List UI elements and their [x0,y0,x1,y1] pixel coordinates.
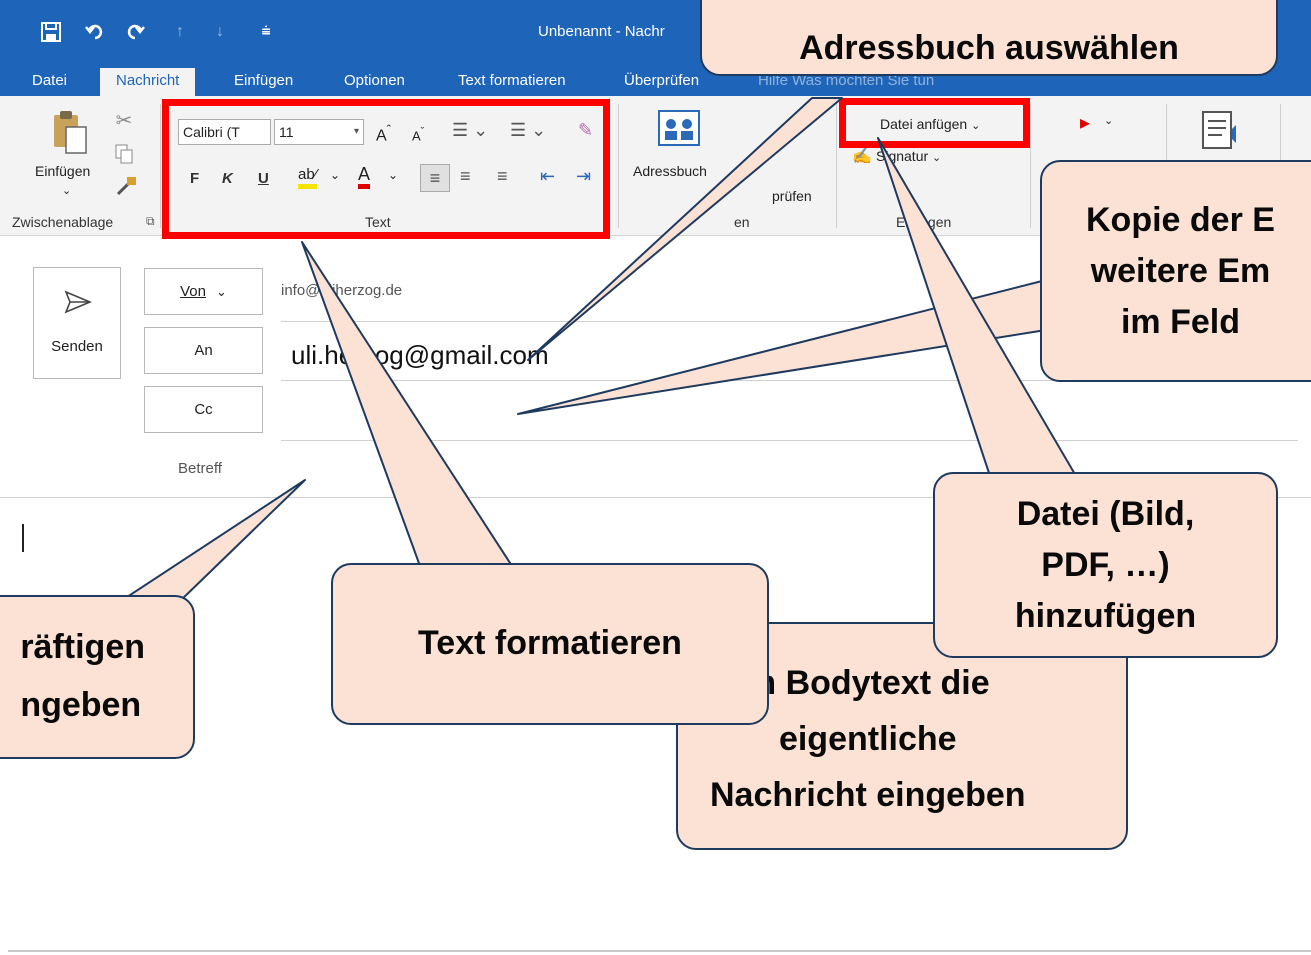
copy-icon[interactable] [112,142,136,166]
check-names-label[interactable]: prüfen [772,188,812,204]
cut-icon[interactable]: ✂ [112,108,136,132]
to-label: An [194,342,213,359]
attach-callout-text: Datei (Bild, PDF, …) hinzufügen [1014,494,1197,635]
clipboard-group-label: Zwischenablage [12,214,114,230]
tab-datei[interactable]: Datei [26,68,73,96]
format-painter-icon[interactable] [112,172,140,200]
subject-field-line [281,440,1298,441]
tab-ueberpruefen[interactable]: Überprüfen [618,68,705,96]
from-button[interactable]: Von ⌄ [144,268,263,315]
tab-text-formatieren[interactable]: Text formatieren [452,68,572,96]
redo-icon[interactable] [122,18,148,46]
signature-icon[interactable]: ✍ [852,146,872,166]
paste-icon[interactable] [48,108,92,156]
to-input[interactable]: uli.herzog@gmail.com [291,340,549,371]
tab-einfuegen[interactable]: Einfügen [228,68,299,96]
names-group-label: en [734,214,750,230]
cc-callout: Kopie der E weitere Em im Feld [1040,160,1311,382]
undo-icon[interactable] [82,18,108,46]
ribbon-separator [1030,104,1031,228]
signature-button[interactable]: Signatur ⌄ [876,148,941,164]
down-icon[interactable]: ↓ [210,18,230,46]
tab-optionen[interactable]: Optionen [338,68,411,96]
include-group-label: Einfügen [896,214,952,230]
address-book-label[interactable]: Adressbuch [633,163,707,179]
send-button[interactable]: Senden [33,267,121,379]
ribbon-separator [618,104,619,228]
up-icon[interactable]: ↑ [170,18,190,46]
window-bottom-border [8,950,1311,952]
subject-callout-text: räftigen ngeben [20,628,145,724]
subject-callout: räftigen ngeben [0,595,195,759]
cc-pointer [517,279,1047,415]
to-button[interactable]: An [144,327,263,374]
cc-button[interactable]: Cc [144,386,263,433]
ribbon-separator [160,104,161,228]
cc-label: Cc [194,401,213,418]
flag-chevron-icon[interactable]: ⌄ [1104,114,1113,127]
flag-icon[interactable]: ▸ [1080,110,1090,135]
text-format-highlight [162,99,610,239]
format-callout: Text formatieren [331,563,769,725]
signature-label: Signatur [876,148,929,164]
save-icon[interactable] [38,18,64,46]
from-value: info@uliherzog.de [281,282,403,299]
customize-icon[interactable]: ⩧ [256,18,276,46]
read-aloud-icon[interactable] [1198,108,1246,154]
subject-label: Betreff [178,460,222,477]
dialog-launcher-icon[interactable]: ⧉ [146,214,155,229]
signature-chevron-icon: ⌄ [932,152,942,164]
attach-file-highlight [839,98,1030,148]
address-book-icon[interactable] [656,108,702,148]
window-title: Unbenannt - Nachr [538,23,665,40]
attach-callout: Datei (Bild, PDF, …) hinzufügen [933,472,1278,658]
cc-callout-text: Kopie der E weitere Em im Feld [1086,200,1275,341]
send-icon [64,290,93,319]
from-label: Von [180,283,206,300]
paste-chevron-icon[interactable]: ⌄ [62,184,71,197]
ribbon-separator [836,104,837,228]
send-label: Senden [51,338,103,355]
paste-label[interactable]: Einfügen [35,163,90,179]
address-book-callout-text: Adressbuch auswählen [799,28,1179,67]
format-callout-text: Text formatieren [418,624,682,663]
tab-nachricht[interactable]: Nachricht [100,68,196,96]
address-book-callout: Adressbuch auswählen [700,0,1278,76]
from-chevron-icon: ⌄ [215,283,227,299]
